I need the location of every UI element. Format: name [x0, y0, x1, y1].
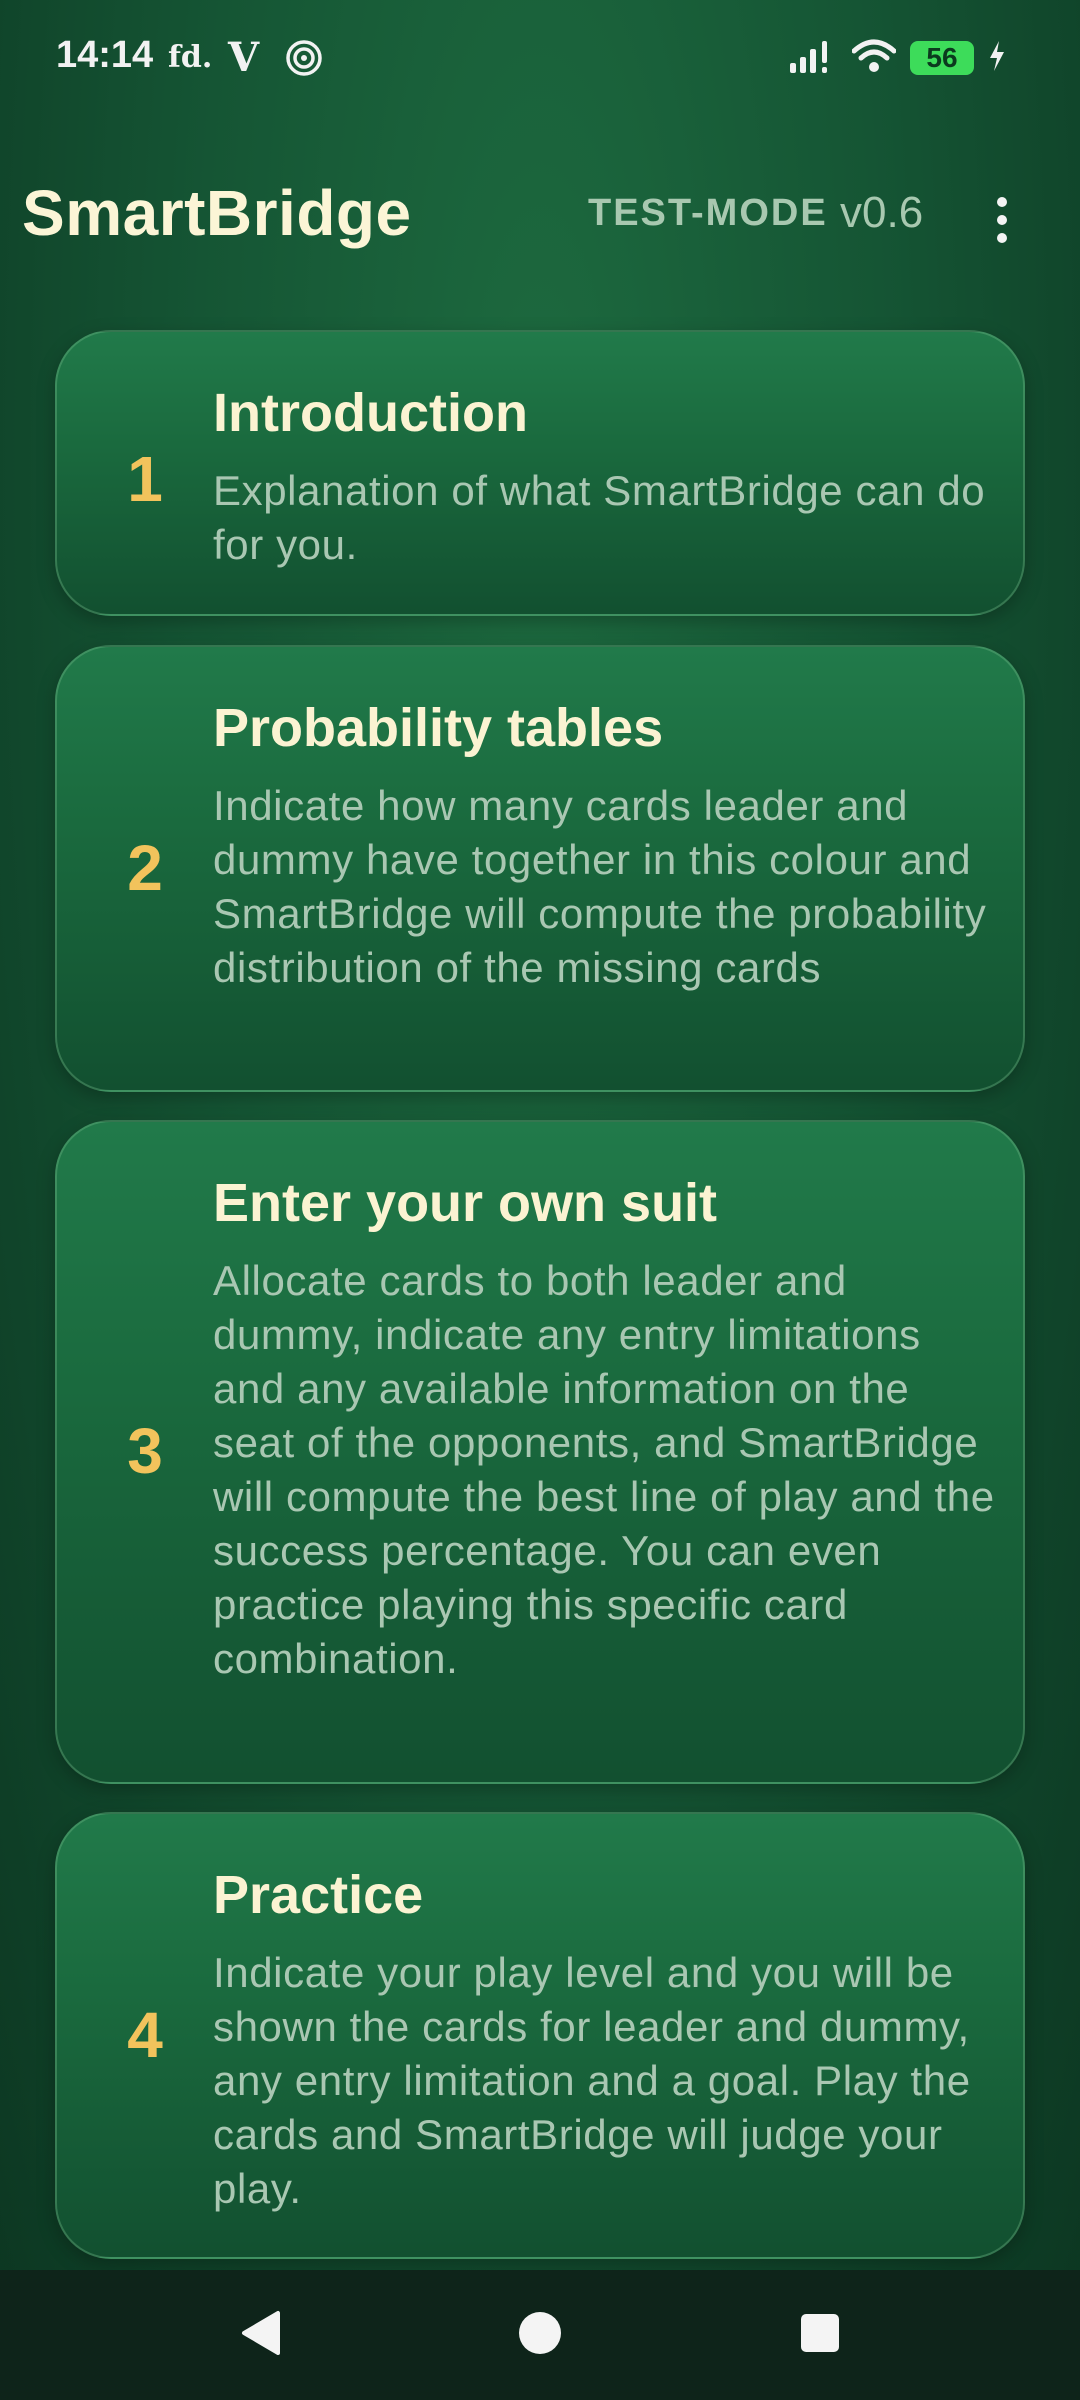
card-title: Practice	[213, 1865, 424, 1925]
menu-card-practice[interactable]: 4 Practice Indicate your play level and …	[55, 1812, 1025, 2259]
battery-level: 56	[926, 42, 958, 73]
menu-card-probability-tables[interactable]: 2 Probability tables Indicate how many c…	[55, 645, 1025, 1092]
card-number: 3	[127, 1415, 163, 1487]
dot-icon	[997, 197, 1007, 207]
recents-square-icon	[799, 2312, 841, 2359]
test-mode-label: TEST-MODE	[588, 192, 828, 234]
card-description: Explanation of what SmartBridge can do f…	[213, 467, 986, 568]
card-number: 1	[127, 443, 163, 515]
version-label: v0.6	[840, 188, 924, 237]
nav-home-button[interactable]	[500, 2270, 580, 2400]
status-bar: 14:14 fd. V 56	[0, 0, 1080, 120]
card-number: 2	[127, 832, 163, 904]
app-title: SmartBridge	[22, 177, 412, 249]
nav-back-button[interactable]	[220, 2270, 300, 2400]
card-title: Introduction	[213, 383, 528, 443]
system-navigation-bar	[0, 2270, 1080, 2400]
menu-card-introduction[interactable]: 1 Introduction Explanation of what Smart…	[55, 330, 1025, 616]
menu-card-enter-own-suit[interactable]: 3 Enter your own suit Allocate cards to …	[55, 1120, 1025, 1784]
card-description: Indicate how many cards leader and dummy…	[213, 782, 987, 991]
home-circle-icon	[517, 2310, 563, 2361]
notification-icon-v: V	[228, 34, 260, 81]
status-right-group: 56	[788, 38, 1006, 78]
nav-recents-button[interactable]	[780, 2270, 860, 2400]
spiral-notification-icon	[284, 38, 324, 78]
card-number: 4	[127, 1999, 163, 2071]
app-bar: SmartBridge TEST-MODE v0.6	[0, 150, 1080, 280]
battery-icon: 56	[910, 41, 974, 75]
dot-icon	[997, 233, 1007, 243]
card-title: Enter your own suit	[213, 1173, 718, 1233]
back-triangle-icon	[238, 2309, 282, 2362]
charging-bolt-icon	[988, 40, 1006, 77]
dot-icon	[997, 215, 1007, 225]
cell-signal-icon	[788, 39, 838, 78]
card-title: Probability tables	[213, 698, 664, 758]
wifi-icon	[851, 39, 897, 78]
notification-icon-fd: fd.	[168, 40, 213, 75]
status-time: 14:14	[56, 34, 154, 76]
overflow-menu-button[interactable]	[980, 190, 1024, 250]
card-description: Allocate cards to both leader and dummy,…	[213, 1257, 995, 1682]
card-description: Indicate your play level and you will be…	[213, 1949, 971, 2212]
